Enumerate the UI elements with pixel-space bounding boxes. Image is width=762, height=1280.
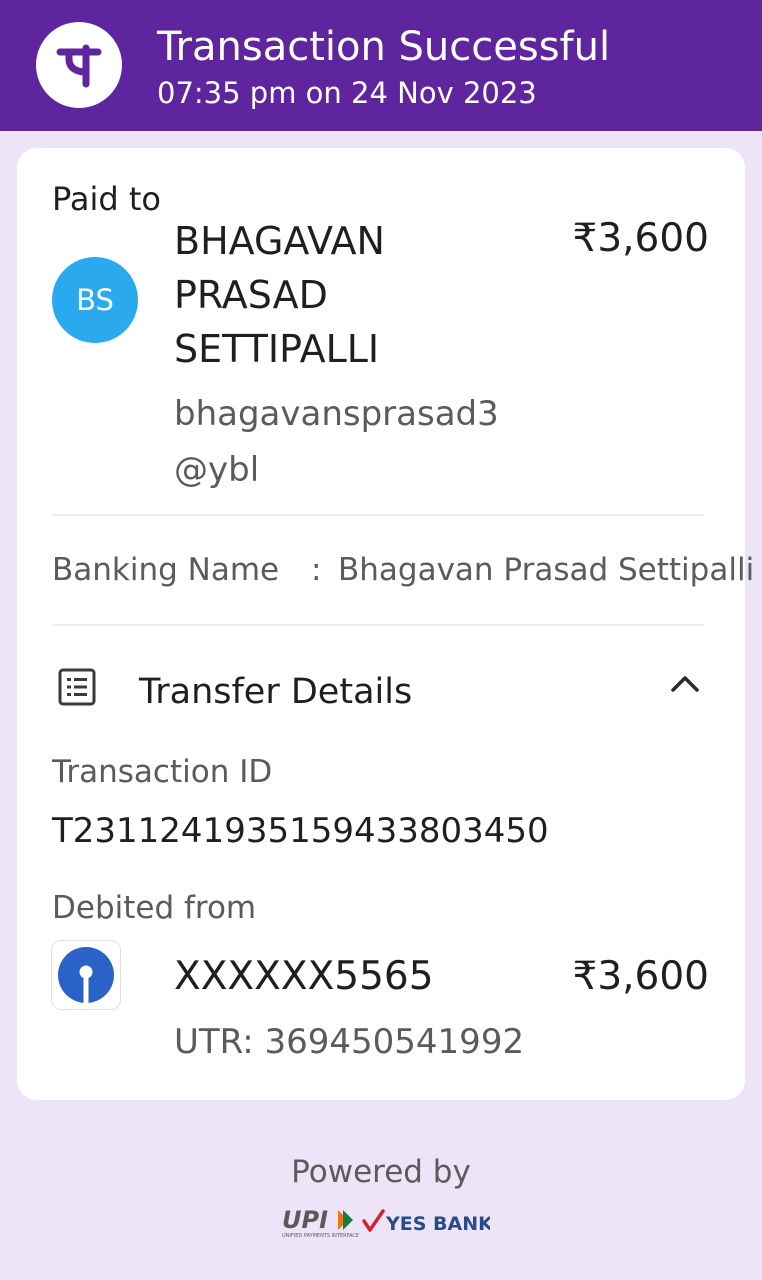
banking-name-value: Bhagavan Prasad Settipalli [338, 552, 755, 588]
transaction-id-label: Transaction ID [52, 754, 273, 790]
payee-name-line: PRASAD [174, 273, 328, 317]
payee-name-line: SETTIPALLI [174, 327, 380, 371]
partner-logos: UPI UNIFIED PAYMENTS INTERFACE YES BANK [280, 1206, 494, 1240]
page-title: Transaction Successful [157, 24, 611, 70]
payee-name: BHAGAVAN PRASAD SETTIPALLI [174, 214, 494, 376]
yes-bank-logo: YES BANK [362, 1209, 494, 1235]
avatar: BS [52, 257, 138, 343]
transaction-card: Paid to BS BHAGAVAN PRASAD SETTIPALLI ₹3… [17, 148, 754, 1100]
header-bar: Transaction Successful 07:35 pm on 24 No… [0, 0, 762, 131]
svg-text:UPI: UPI [282, 1206, 328, 1234]
debited-account-number: XXXXXX5565 [174, 954, 434, 999]
banking-name-separator: : [311, 552, 322, 588]
payee-upi-id: bhagavansprasad3 @ybl [174, 386, 499, 498]
sbi-logo-icon [51, 940, 121, 1010]
transaction-id-value[interactable]: T2311241935159433803450 [52, 811, 549, 851]
avatar-initials: BS [76, 283, 114, 317]
divider [53, 624, 704, 626]
upi-logo: UPI UNIFIED PAYMENTS INTERFACE [282, 1206, 359, 1239]
paid-amount: ₹3,600 [572, 216, 709, 261]
list-icon [58, 668, 96, 706]
transfer-details-title[interactable]: Transfer Details [139, 672, 412, 712]
utr-number[interactable]: UTR: 369450541992 [174, 1022, 524, 1062]
powered-by-label: Powered by [291, 1154, 471, 1190]
debited-from-label: Debited from [52, 890, 257, 926]
phonepe-logo-icon [36, 22, 122, 108]
upi-id-line: @ybl [174, 450, 260, 490]
upi-id-line: bhagavansprasad3 [174, 394, 499, 434]
chevron-up-icon[interactable] [668, 672, 702, 696]
payee-name-line: BHAGAVAN [174, 219, 385, 263]
divider [53, 514, 704, 516]
svg-text:UNIFIED PAYMENTS INTERFACE: UNIFIED PAYMENTS INTERFACE [282, 1233, 359, 1239]
svg-text:YES BANK: YES BANK [385, 1213, 490, 1235]
transaction-timestamp: 07:35 pm on 24 Nov 2023 [157, 76, 537, 110]
debited-amount: ₹3,600 [572, 954, 709, 999]
banking-name-label: Banking Name [52, 552, 280, 588]
paid-to-label: Paid to [52, 180, 161, 218]
